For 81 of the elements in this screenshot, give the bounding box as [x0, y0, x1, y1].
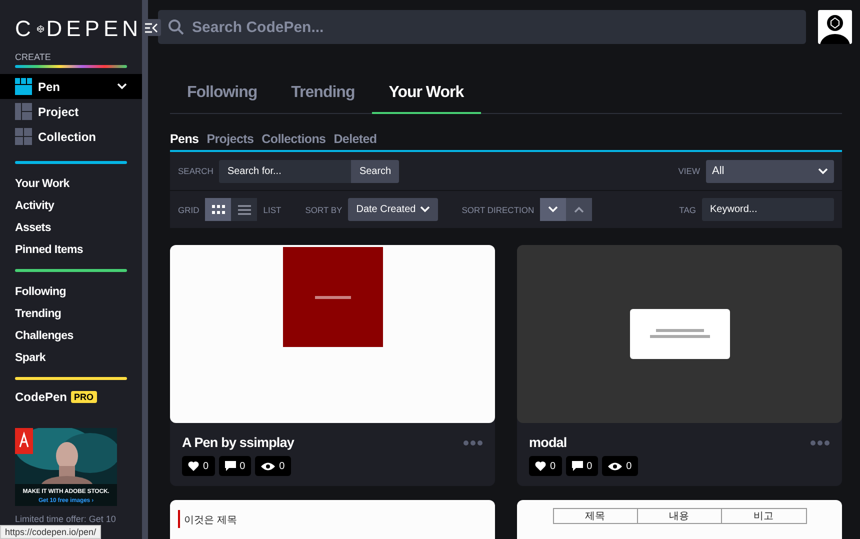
create-item[interactable]: Pen [0, 74, 142, 99]
grid-icon [15, 78, 32, 95]
sidebar-toggle[interactable] [143, 19, 161, 36]
heart-icon [188, 461, 199, 471]
logo-text[interactable]: C [15, 18, 35, 40]
section-label: CREATE [15, 52, 52, 62]
comment-icon [572, 461, 583, 471]
tab[interactable]: Trending [274, 76, 372, 114]
sub-tab[interactable]: Collections [262, 132, 326, 146]
field-label: SORT BY [305, 204, 342, 214]
scrollbar[interactable] [142, 0, 148, 539]
text-lines-icon [650, 329, 710, 339]
text-lines-icon [314, 296, 350, 298]
nav-link[interactable]: Pinned Items [15, 242, 127, 259]
chevron-icon [420, 206, 430, 213]
grid-toggle[interactable] [205, 198, 232, 221]
create-item[interactable]: Collection [0, 124, 142, 149]
tab[interactable]: Following [170, 76, 274, 114]
nav-link[interactable]: Activity [15, 198, 127, 215]
comment-button[interactable]: 0 [218, 456, 252, 476]
sub-tab[interactable]: Projects [206, 132, 254, 146]
nav-link[interactable]: Spark [15, 350, 127, 367]
chevron-icon [818, 168, 828, 174]
search-input[interactable]: Search CodePen... [190, 18, 796, 36]
nav-link[interactable]: Trending [15, 306, 127, 323]
ascending-button[interactable] [566, 198, 592, 221]
more-icon[interactable] [463, 440, 483, 446]
search-button[interactable]: Search [351, 160, 400, 182]
tab[interactable]: Your Work [372, 76, 481, 114]
pro-label[interactable]: CodePen [15, 390, 68, 404]
logo-text[interactable]: DEPEN [46, 18, 142, 40]
eye-icon [261, 462, 276, 470]
more-icon[interactable] [810, 440, 830, 446]
list-toggle[interactable] [231, 198, 258, 221]
pen-card[interactable]: modal 0 0 0 [517, 245, 842, 486]
search-field[interactable]: Search CodePen... [158, 10, 806, 44]
list-icon [238, 204, 251, 214]
nav-link[interactable]: Assets [15, 220, 127, 237]
views-button[interactable]: 0 [255, 456, 291, 476]
field-label: SORT DIRECTION [462, 204, 534, 214]
pro-badge: PRO [71, 391, 97, 403]
nav-link[interactable]: Challenges [15, 328, 127, 345]
field-label: SEARCH [178, 166, 214, 176]
field-label: LIST [263, 204, 282, 214]
search-input[interactable]: Search for... [219, 160, 352, 182]
chevron-icon [574, 206, 584, 213]
squares-icon [15, 128, 32, 145]
pen-card[interactable]: A Pen by ssimplay 0 0 0 [170, 245, 495, 486]
layout-icon [15, 103, 32, 120]
avatar[interactable] [818, 10, 852, 44]
eye-icon [608, 462, 622, 470]
heart-icon [535, 461, 546, 471]
nav-link[interactable]: Following [15, 284, 127, 301]
preview-table: 제목 내용 비고 [552, 508, 806, 524]
pen-card[interactable]: 이것은 제목 [170, 500, 495, 539]
chevron-icon [548, 206, 558, 213]
field-label: TAG [679, 204, 696, 214]
sub-tab[interactable]: Deleted [334, 132, 377, 146]
pen-card[interactable]: 제목 내용 비고 [517, 500, 842, 539]
field-label: VIEW [678, 166, 700, 176]
views-button[interactable]: 0 [602, 456, 638, 476]
create-item[interactable]: Project [0, 99, 142, 124]
tag-input[interactable]: Keyword... [702, 198, 834, 221]
comment-icon [224, 461, 236, 471]
view-select[interactable]: All [706, 160, 834, 182]
preview-heading: 이것은 제목 [178, 510, 237, 528]
grid-icon [212, 205, 225, 214]
pen-title[interactable]: A Pen by ssimplay [182, 435, 294, 450]
field-label: GRID [178, 204, 200, 214]
ad-caption: Limited time offer: Get 10 [15, 514, 117, 524]
sort-select[interactable]: Date Created [348, 198, 438, 221]
like-button[interactable]: 0 [529, 456, 562, 476]
chevron-icon [117, 83, 127, 90]
status-url: https://codepen.io/pen/ [0, 525, 102, 539]
comment-button[interactable]: 0 [566, 456, 598, 476]
search-icon [168, 19, 184, 35]
pen-title[interactable]: modal [529, 435, 567, 450]
descending-button[interactable] [540, 198, 566, 221]
nav-link[interactable]: Your Work [15, 176, 127, 193]
like-button[interactable]: 0 [182, 456, 215, 476]
sub-tab[interactable]: Pens [170, 132, 199, 146]
